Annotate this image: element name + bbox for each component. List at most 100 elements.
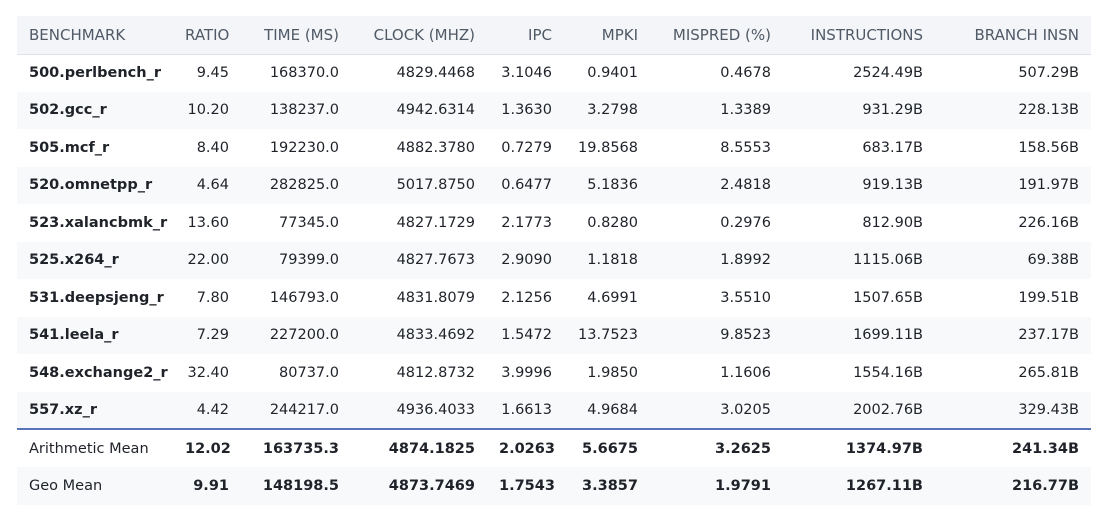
- cell-mispred: 3.0205: [720, 401, 771, 418]
- header-ipc[interactable]: IPC: [487, 16, 564, 55]
- cell-ipc: 1.5472: [501, 327, 552, 344]
- table-row: 520.omnetpp_r 4.64 282825.0 5017.8750 0.6477…: [17, 166, 1091, 204]
- cell-time: 282825.0: [269, 177, 339, 194]
- cell-clock: 4833.4692: [396, 327, 475, 344]
- cell-instructions: 919.13B: [862, 177, 923, 194]
- cell-ratio: 4.64: [196, 177, 229, 194]
- cell-benchmark: 500.perlbench_r: [29, 65, 161, 81]
- cell-clock: 5017.8750: [396, 177, 475, 194]
- cell-time: 168370.0: [269, 65, 339, 81]
- cell-branch-insn: 265.81B: [1018, 364, 1079, 381]
- cell-benchmark: 531.deepsjeng_r: [29, 289, 164, 306]
- cell-branch-insn: 191.97B: [1018, 177, 1079, 194]
- results-table-container: BENCHMARK RATIO TIME (MS) CLOCK (MHZ) IP…: [17, 16, 1091, 505]
- cell-time: 146793.0: [269, 289, 339, 306]
- cell-time: 192230.0: [269, 139, 339, 156]
- cell-clock: 4936.4033: [396, 401, 475, 418]
- cell-ipc: 2.0263: [487, 428, 564, 467]
- cell-clock: 4827.1729: [396, 214, 475, 231]
- cell-benchmark: 541.leela_r: [29, 327, 119, 344]
- cell-clock: 4827.7673: [396, 252, 475, 269]
- cell-time: 227200.0: [269, 327, 339, 344]
- table-row: 525.x264_r 22.00 79399.0 4827.7673 2.9090 1.1…: [17, 241, 1091, 279]
- cell-ipc: 1.6613: [501, 401, 552, 418]
- header-mpki[interactable]: MPKI: [564, 16, 650, 55]
- cell-mpki: 19.8568: [578, 139, 638, 156]
- cell-benchmark: 525.x264_r: [29, 252, 119, 269]
- cell-ipc: 1.7543: [499, 478, 555, 494]
- header-instructions[interactable]: INSTRUCTIONS: [783, 16, 935, 55]
- cell-branch-insn: 241.34B: [935, 428, 1091, 467]
- cell-branch-insn: 199.51B: [1018, 289, 1079, 306]
- table-row: 500.perlbench_r 9.45 168370.0 4829.4468 3.10…: [17, 54, 1091, 92]
- header-row: BENCHMARK RATIO TIME (MS) CLOCK (MHZ) IP…: [17, 16, 1091, 55]
- cell-mpki: 1.1818: [587, 252, 638, 269]
- header-mispred[interactable]: MISPRED (%): [650, 16, 783, 55]
- header-time[interactable]: TIME (MS): [241, 16, 351, 55]
- cell-benchmark: Geo Mean: [29, 478, 103, 494]
- header-branch-insn[interactable]: BRANCH INSN: [935, 16, 1091, 55]
- cell-mpki: 5.1836: [587, 177, 638, 194]
- cell-benchmark: 523.xalancbmk_r: [29, 214, 168, 231]
- cell-clock: 4882.3780: [396, 139, 475, 156]
- cell-benchmark: 557.xz_r: [29, 401, 97, 418]
- cell-ratio: 7.29: [196, 327, 229, 344]
- cell-instructions: 812.90B: [862, 214, 923, 231]
- cell-mpki: 4.9684: [587, 401, 638, 418]
- cell-ipc: 2.1256: [501, 289, 552, 306]
- cell-instructions: 1554.16B: [853, 364, 923, 381]
- cell-clock: 4812.8732: [396, 364, 475, 381]
- cell-clock: 4829.4468: [396, 65, 475, 81]
- cell-time: 163735.3: [241, 428, 351, 467]
- table-row: 505.mcf_r 8.40 192230.0 4882.3780 0.7279 19.8…: [17, 129, 1091, 167]
- header-ratio[interactable]: RATIO: [173, 16, 241, 55]
- cell-instructions: 2524.49B: [853, 65, 923, 81]
- table-summary: Arithmetic Mean 12.02 163735.3 4874.1825 2.0…: [17, 428, 1091, 505]
- summary-row: Arithmetic Mean 12.02 163735.3 4874.1825 2.0…: [17, 428, 1091, 467]
- cell-mispred: 1.8992: [720, 252, 771, 269]
- cell-ipc: 0.6477: [501, 177, 552, 194]
- cell-ratio: 7.80: [196, 289, 229, 306]
- cell-branch-insn: 228.13B: [1018, 102, 1079, 119]
- cell-clock: 4942.6314: [396, 102, 475, 119]
- cell-benchmark: Arithmetic Mean: [17, 428, 173, 467]
- cell-ratio: 32.40: [187, 364, 229, 381]
- cell-benchmark: 505.mcf_r: [29, 139, 110, 156]
- cell-branch-insn: 329.43B: [1018, 401, 1079, 418]
- table-row: 557.xz_r 4.42 244217.0 4936.4033 1.6613 4.968…: [17, 391, 1091, 429]
- cell-branch-insn: 237.17B: [1018, 327, 1079, 344]
- cell-ratio: 9.45: [196, 65, 229, 81]
- cell-ratio: 12.02: [173, 428, 241, 467]
- cell-mispred: 2.4818: [720, 177, 771, 194]
- cell-mispred: 1.1606: [720, 364, 771, 381]
- cell-benchmark: 502.gcc_r: [29, 102, 107, 119]
- cell-ratio: 13.60: [187, 214, 229, 231]
- table-row: 531.deepsjeng_r 7.80 146793.0 4831.8079 2.12…: [17, 279, 1091, 317]
- cell-mispred: 9.8523: [720, 327, 771, 344]
- cell-mispred: 0.4678: [720, 65, 771, 81]
- header-clock[interactable]: CLOCK (MHZ): [351, 16, 487, 55]
- cell-branch-insn: 69.38B: [1027, 252, 1079, 269]
- table-row: 548.exchange2_r 32.40 80737.0 4812.8732 3.99…: [17, 354, 1091, 392]
- cell-mpki: 0.8280: [587, 214, 638, 231]
- cell-ratio: 8.40: [196, 139, 229, 156]
- cell-mispred: 3.2625: [650, 428, 783, 467]
- cell-ratio: 22.00: [187, 252, 229, 269]
- cell-mpki: 4.6991: [587, 289, 638, 306]
- cell-branch-insn: 216.77B: [1011, 478, 1079, 494]
- cell-branch-insn: 226.16B: [1018, 214, 1079, 231]
- cell-ipc: 2.9090: [501, 252, 552, 269]
- header-benchmark[interactable]: BENCHMARK: [17, 16, 173, 55]
- cell-time: 80737.0: [279, 364, 339, 381]
- cell-ipc: 0.7279: [501, 139, 552, 156]
- table-row: 523.xalancbmk_r 13.60 77345.0 4827.1729 2.17…: [17, 204, 1091, 242]
- cell-mpki: 1.9850: [587, 364, 638, 381]
- cell-mispred: 8.5553: [720, 139, 771, 156]
- cell-time: 77345.0: [279, 214, 339, 231]
- cell-mispred: 1.9791: [715, 478, 771, 494]
- cell-instructions: 1267.11B: [845, 478, 923, 494]
- cell-mispred: 0.2976: [720, 214, 771, 231]
- table-body: 500.perlbench_r 9.45 168370.0 4829.4468 3.10…: [17, 54, 1091, 429]
- cell-mispred: 3.5510: [720, 289, 771, 306]
- table-row: 502.gcc_r 10.20 138237.0 4942.6314 1.3630 3.2…: [17, 91, 1091, 129]
